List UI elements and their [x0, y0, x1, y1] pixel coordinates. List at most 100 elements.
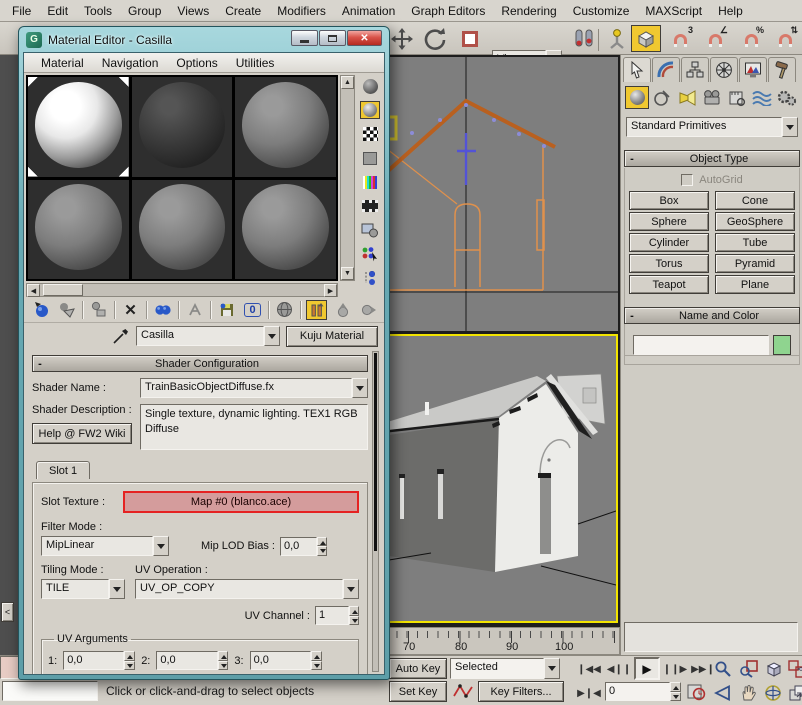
sample-slot[interactable] [28, 180, 129, 280]
mip-lod-bias-value[interactable]: 0,0 [280, 537, 317, 556]
current-frame-spinner[interactable]: 0 [605, 682, 681, 701]
material-editor-titlebar[interactable]: G Material Editor - Casilla ✕ [19, 27, 389, 52]
scroll-left-icon[interactable]: ◀ [27, 284, 40, 297]
uv-arg3-value[interactable]: 0,0 [250, 651, 311, 670]
tab-motion[interactable] [710, 57, 738, 82]
material-options-icon[interactable] [360, 221, 380, 239]
sample-uv-tiling-icon[interactable] [360, 149, 380, 167]
primitive-category-dropdown[interactable]: Standard Primitives [626, 117, 798, 137]
tab-hierarchy[interactable] [681, 57, 709, 82]
sample-vertical-scrollbar[interactable]: ▲ ▼ [340, 75, 355, 281]
tab-display[interactable] [739, 57, 767, 82]
menu-group[interactable]: Group [120, 1, 169, 21]
get-material-icon[interactable] [30, 300, 51, 320]
menu-help[interactable]: Help [710, 1, 751, 21]
tiling-mode-dropdown[interactable]: TILE [41, 579, 125, 599]
key-filters-button[interactable]: Key Filters... [478, 681, 564, 702]
combo-arrow-icon[interactable] [264, 326, 280, 346]
material-editor-window[interactable]: G Material Editor - Casilla ✕ Material N… [18, 26, 390, 680]
uv-arg1-spinner[interactable]: 0,0 [63, 651, 135, 670]
field-of-view-icon[interactable] [712, 682, 734, 703]
menu-modifiers[interactable]: Modifiers [269, 1, 334, 21]
sample-horizontal-scrollbar[interactable]: ◀ ▶ [26, 283, 338, 297]
show-map-in-viewport-icon[interactable] [274, 300, 295, 320]
put-to-library-icon[interactable] [216, 300, 237, 320]
material-map-navigator-icon[interactable] [360, 269, 380, 287]
make-material-copy-icon[interactable] [152, 300, 173, 320]
material-name-dropdown[interactable]: Casilla [136, 326, 280, 346]
scrollbar-thumb[interactable] [374, 353, 377, 551]
set-key-filters-curve-icon[interactable] [452, 681, 474, 702]
uv-arg2-spinner[interactable]: 0,0 [156, 651, 228, 670]
create-shapes-icon[interactable] [650, 86, 674, 109]
menu-file[interactable]: File [4, 1, 39, 21]
menu-navigation[interactable]: Navigation [93, 54, 168, 72]
scroll-up-icon[interactable]: ▲ [341, 76, 354, 89]
set-key-button[interactable]: Set Key [389, 681, 447, 702]
tab-create[interactable] [623, 57, 651, 82]
zoom-icon[interactable] [712, 658, 734, 679]
combo-arrow-icon[interactable] [109, 579, 125, 599]
uv-operation-dropdown[interactable]: UV_OP_COPY [135, 579, 359, 599]
percent-snap-icon[interactable]: % [737, 25, 765, 52]
sample-slot[interactable] [132, 77, 233, 177]
sample-slot-active[interactable] [28, 77, 129, 177]
show-end-result-icon[interactable] [306, 300, 327, 320]
maximize-viewport-toggle-icon[interactable] [786, 682, 802, 703]
menu-material[interactable]: Material [32, 54, 93, 72]
go-to-parent-icon[interactable] [332, 300, 353, 320]
menu-tools[interactable]: Tools [76, 1, 120, 21]
track-bar[interactable]: 70 80 90 100 [385, 627, 620, 655]
select-by-material-icon[interactable] [360, 245, 380, 263]
scrollbar-thumb[interactable] [43, 284, 83, 296]
angle-snap-icon[interactable]: ∠ [701, 25, 729, 52]
slot1-tab[interactable]: Slot 1 [36, 461, 90, 479]
primitive-plane-button[interactable]: Plane [715, 275, 795, 294]
maximize-button[interactable] [319, 30, 346, 46]
go-to-start-icon[interactable]: ❙◀◀ [576, 659, 602, 679]
create-systems-icon[interactable] [775, 86, 799, 109]
previous-frame-icon[interactable]: ◀❙❙ [607, 659, 631, 679]
tab-modify[interactable] [652, 57, 680, 82]
primitive-cone-button[interactable]: Cone [715, 191, 795, 210]
menu-edit[interactable]: Edit [39, 1, 76, 21]
backlight-icon[interactable] [360, 101, 380, 119]
combo-arrow-icon[interactable] [544, 658, 560, 679]
create-geometry-icon[interactable] [625, 86, 649, 109]
material-type-button[interactable]: Kuju Material [286, 326, 378, 347]
create-lights-icon[interactable] [675, 86, 699, 109]
select-and-rotate-icon[interactable] [421, 25, 449, 52]
pan-hand-icon[interactable] [737, 682, 759, 703]
uv-arg2-value[interactable]: 0,0 [156, 651, 217, 670]
pick-material-eyedropper-icon[interactable] [112, 327, 130, 345]
trackbar-scroll-left-button[interactable]: < [1, 602, 14, 622]
uv-arg1-value[interactable]: 0,0 [63, 651, 124, 670]
arc-rotate-icon[interactable] [762, 682, 784, 703]
zoom-extents-all-icon[interactable] [786, 658, 802, 679]
mip-lod-bias-spinner[interactable]: 0,0 [280, 537, 327, 556]
rollout-scrollbar[interactable] [372, 351, 379, 672]
sample-slot[interactable] [235, 180, 336, 280]
current-frame-value[interactable]: 0 [605, 682, 670, 701]
sample-type-icon[interactable] [360, 77, 380, 95]
combo-arrow-icon[interactable] [153, 536, 169, 556]
combo-arrow-icon[interactable] [352, 378, 368, 398]
menu-maxscript[interactable]: MAXScript [637, 1, 710, 21]
snaps-toggle-icon[interactable] [631, 25, 661, 52]
zoom-extents-icon[interactable] [762, 658, 784, 679]
combo-arrow-icon[interactable] [782, 117, 798, 137]
material-name-value[interactable]: Casilla [136, 326, 264, 346]
menu-options[interactable]: Options [167, 54, 226, 72]
minimize-button[interactable] [291, 30, 318, 46]
snap-3d-icon[interactable]: 3 [666, 25, 694, 52]
autogrid-checkbox[interactable] [681, 174, 693, 186]
primitive-sphere-button[interactable]: Sphere [629, 212, 709, 231]
name-color-rollout-header[interactable]: - Name and Color [624, 307, 800, 324]
create-spacewarps-icon[interactable] [750, 86, 774, 109]
shader-name-dropdown[interactable]: TrainBasicObjectDiffuse.fx [140, 378, 368, 398]
close-button[interactable]: ✕ [347, 30, 382, 46]
primitive-cylinder-button[interactable]: Cylinder [629, 233, 709, 252]
selection-set-dropdown[interactable]: Selected [450, 658, 560, 679]
sample-slot[interactable] [132, 180, 233, 280]
maxscript-mini-listener-white[interactable] [2, 681, 98, 701]
